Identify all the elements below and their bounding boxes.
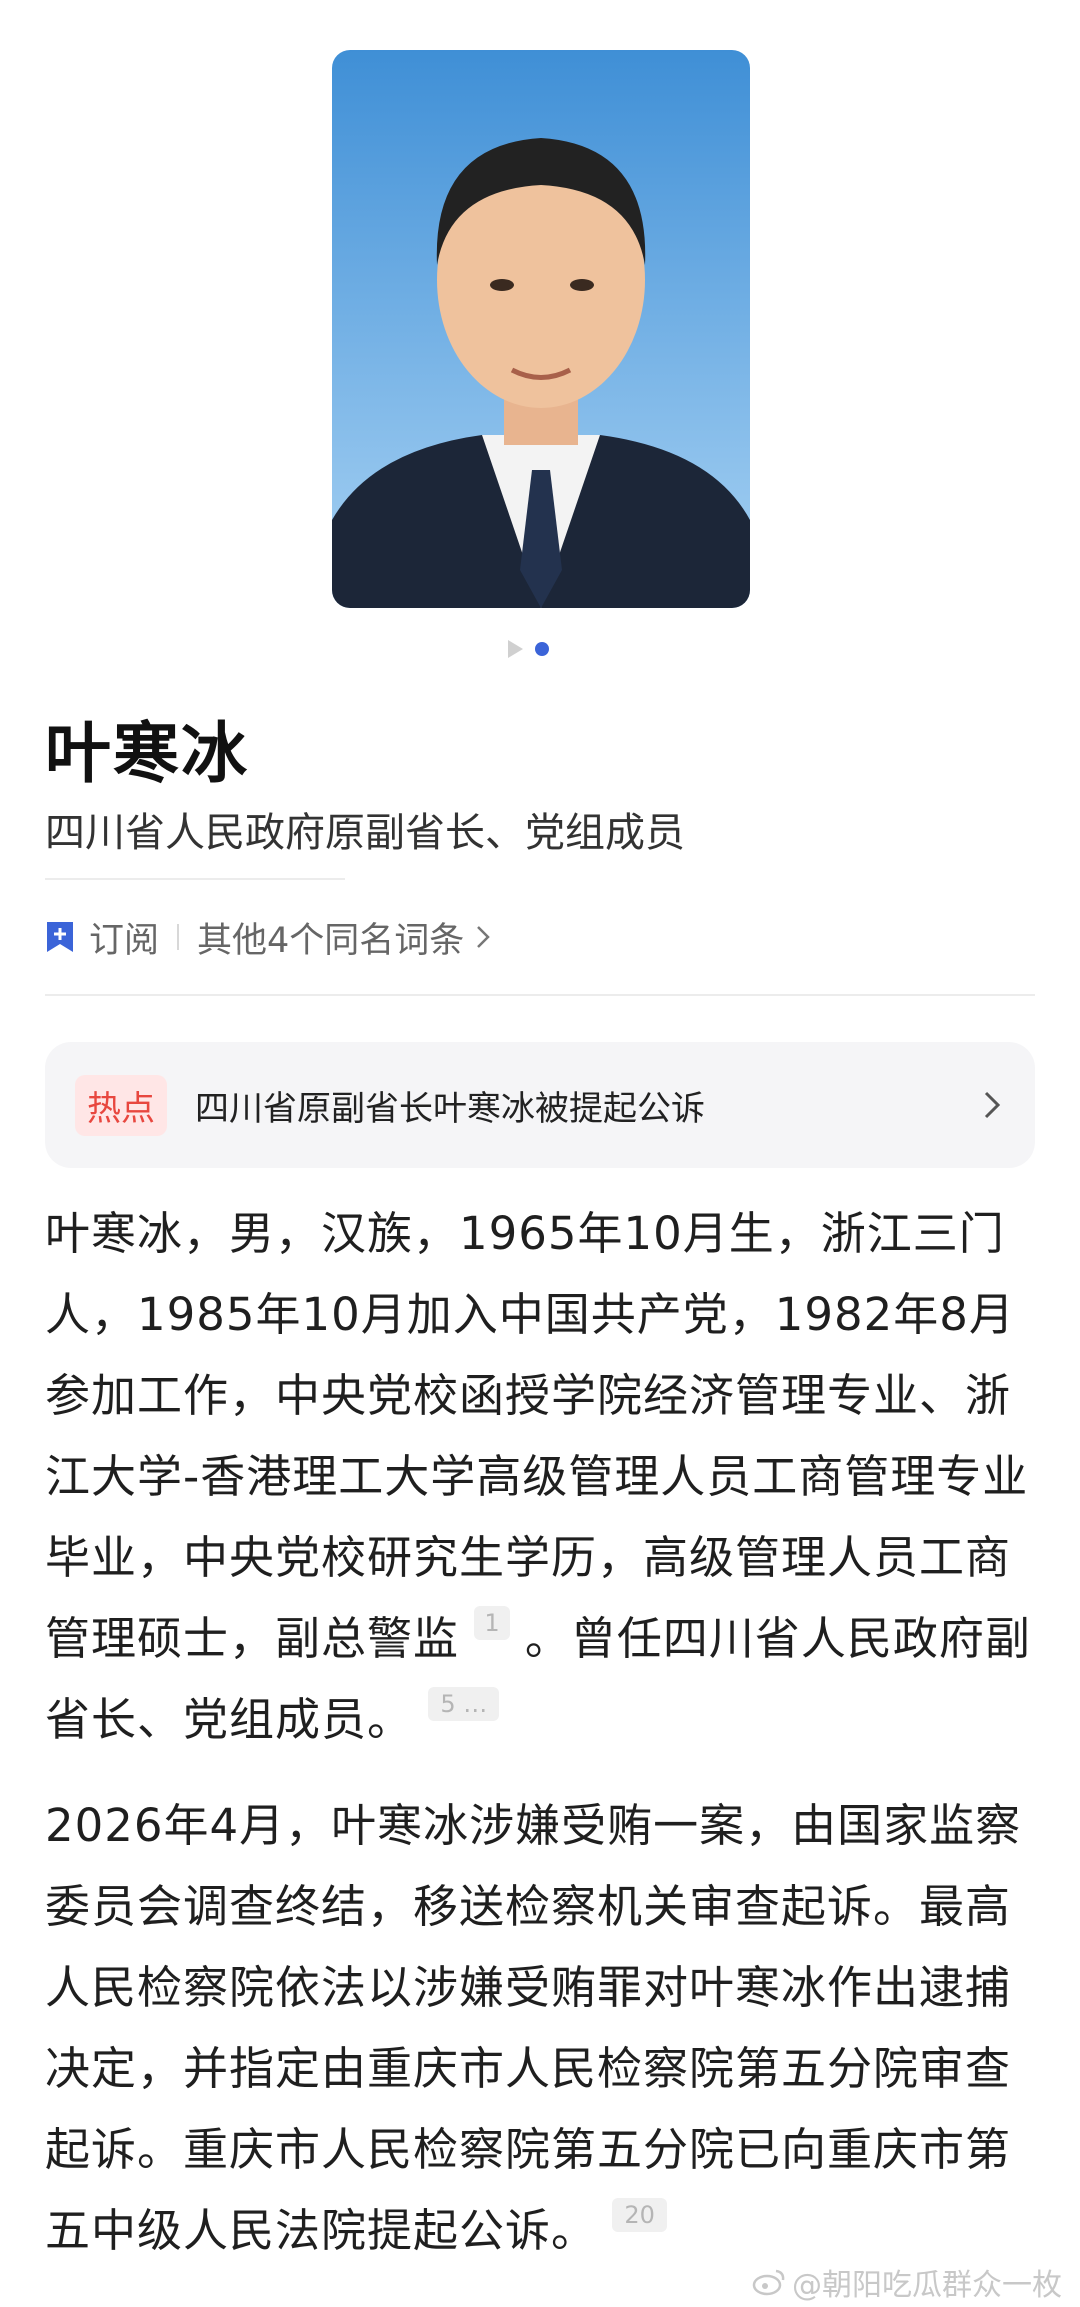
carousel-dot-active[interactable] [535, 642, 549, 656]
other-entries-link[interactable]: 其他4个同名词条 [197, 912, 464, 963]
chevron-right-icon[interactable] [476, 925, 491, 949]
chevron-right-icon[interactable] [983, 1090, 1001, 1120]
hot-tag: 热点 [75, 1074, 167, 1136]
news-paragraph: 2026年4月，叶寒冰涉嫌受贿一案，由国家监察委员会调查终结，移送检察机关审查起… [45, 1785, 1035, 2271]
divider [45, 994, 1035, 996]
hot-news-card[interactable]: 热点 四川省原副省长叶寒冰被提起公诉 [45, 1042, 1035, 1168]
summary-paragraph: 叶寒冰，男，汉族，1965年10月生，浙江三门人，1985年10月加入中国共产党… [45, 1193, 1035, 1760]
hot-headline[interactable]: 四川省原副省长叶寒冰被提起公诉 [195, 1081, 983, 1130]
summary-text: 叶寒冰，男，汉族，1965年10月生，浙江三门人，1985年10月加入中国共产党… [45, 1207, 1029, 1665]
separator [177, 924, 180, 950]
news-text: 2026年4月，叶寒冰涉嫌受贿一案，由国家监察委员会调查终结，移送检察机关审查起… [45, 1799, 1022, 2257]
subscribe-button[interactable]: 订阅 [89, 912, 159, 963]
citation-ref[interactable]: 5 … [428, 1687, 500, 1721]
bookmark-plus-icon[interactable] [45, 920, 75, 954]
divider [45, 878, 345, 880]
carousel-indicator [508, 637, 549, 661]
watermark: @朝阳吃瓜群众一枚 [752, 2260, 1062, 2304]
portrait-photo[interactable] [332, 50, 750, 608]
citation-ref[interactable]: 1 [474, 1606, 510, 1640]
action-bar: 订阅 其他4个同名词条 [45, 912, 491, 963]
person-title: 四川省人民政府原副省长、党组成员 [45, 810, 685, 856]
play-icon[interactable] [508, 640, 523, 658]
weibo-icon [752, 2269, 785, 2296]
page-title: 叶寒冰 [45, 715, 249, 792]
watermark-text: @朝阳吃瓜群众一枚 [792, 2268, 1062, 2303]
citation-ref[interactable]: 20 [612, 2198, 667, 2232]
